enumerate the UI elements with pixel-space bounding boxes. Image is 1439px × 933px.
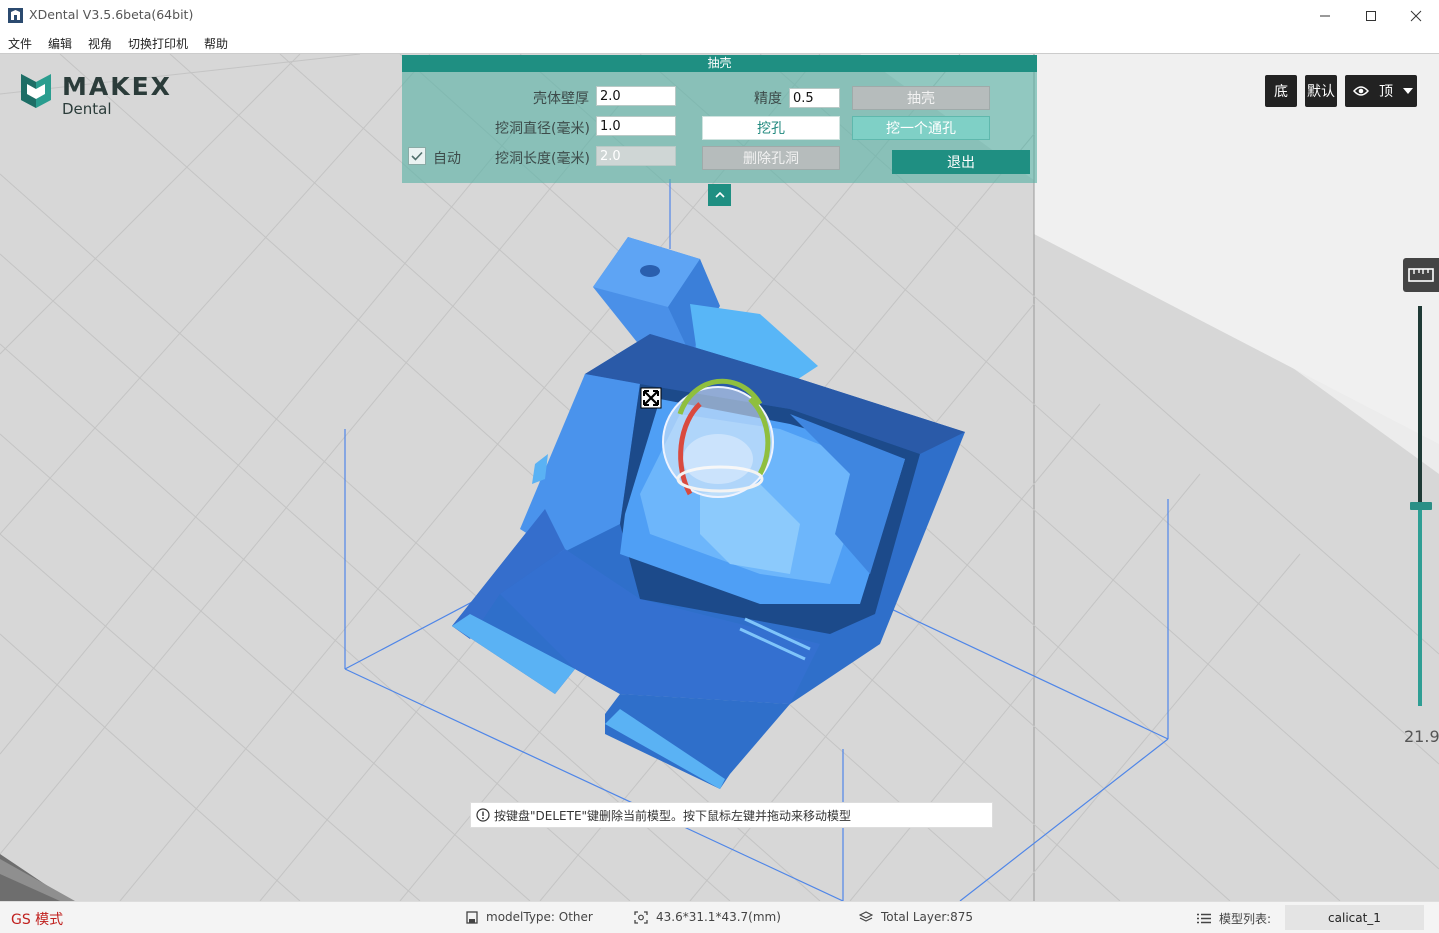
- size-icon: [634, 910, 648, 924]
- hole-length-input[interactable]: [596, 146, 676, 166]
- hint-tooltip: 按键盘"DELETE"键删除当前模型。按下鼠标左键并拖动来移动模型: [470, 802, 993, 828]
- maximize-button[interactable]: [1348, 0, 1394, 31]
- hole-diameter-label: 挖洞直径(毫米): [495, 121, 590, 137]
- makex-logo: MAKEX Dental: [19, 72, 170, 118]
- total-layer-stat: Total Layer:875: [859, 910, 973, 924]
- caret-down-icon: [1403, 88, 1413, 94]
- hole-diameter-input[interactable]: [596, 116, 676, 136]
- view-top-label: 顶: [1379, 84, 1393, 100]
- menu-help[interactable]: 帮助: [204, 35, 228, 52]
- minimize-button[interactable]: [1302, 0, 1348, 31]
- model-list-label: 模型列表:: [1219, 912, 1272, 926]
- dimensions-stat: 43.6*31.1*43.7(mm): [634, 910, 781, 924]
- model-type-stat: modelType: Other: [466, 910, 593, 924]
- view-bottom-button[interactable]: 底: [1265, 75, 1297, 107]
- model-list-stat: 模型列表:: [1197, 910, 1271, 927]
- status-bar: GS 模式 modelType: Other 43.6*31.1*43.7(mm…: [0, 901, 1439, 933]
- menu-switch-printer[interactable]: 切换打印机: [128, 35, 188, 52]
- auto-label: 自动: [433, 151, 461, 167]
- info-icon: [476, 808, 490, 822]
- through-hole-button[interactable]: 挖一个通孔: [852, 116, 990, 140]
- view-top-dropdown[interactable]: 顶: [1345, 75, 1417, 107]
- layer-slider-lower-track[interactable]: [1418, 506, 1422, 706]
- close-icon: [1410, 10, 1422, 21]
- makex-logo-icon: [21, 74, 51, 108]
- menu-file[interactable]: 文件: [8, 35, 32, 52]
- menu-bar: 文件 编辑 视角 切换打印机 帮助: [0, 31, 1439, 54]
- dimensions-text: 43.6*31.1*43.7(mm): [656, 910, 781, 924]
- dig-hole-button[interactable]: 挖孔: [702, 116, 840, 140]
- 3d-viewport[interactable]: MAKEX Dental 底 默认 顶 21.9 抽壳 壳体壁厚 精度: [0, 54, 1439, 901]
- minimize-icon: [1320, 15, 1330, 16]
- layer-slider-upper-track[interactable]: [1418, 306, 1422, 506]
- view-default-button[interactable]: 默认: [1305, 75, 1337, 107]
- move-cursor-icon: [640, 387, 662, 409]
- chevron-up-icon: [714, 192, 725, 198]
- model-list-selected[interactable]: calicat_1: [1285, 905, 1424, 930]
- ruler-button[interactable]: [1403, 258, 1439, 292]
- window-title: XDental V3.5.6beta(64bit): [29, 7, 194, 22]
- model-type-text: modelType: Other: [486, 910, 593, 924]
- menu-view[interactable]: 视角: [88, 35, 112, 52]
- shell-panel-title: 抽壳: [402, 55, 1037, 72]
- ruler-icon: [1408, 268, 1434, 282]
- wall-thickness-input[interactable]: [596, 86, 676, 106]
- delete-hole-button[interactable]: 删除孔洞: [702, 146, 840, 170]
- close-button[interactable]: [1393, 0, 1439, 31]
- precision-input[interactable]: [789, 88, 840, 108]
- wall-thickness-label: 壳体壁厚: [533, 91, 589, 107]
- menu-edit[interactable]: 编辑: [48, 35, 72, 52]
- gs-mode-label: GS 模式: [11, 912, 64, 928]
- hint-text: 按键盘"DELETE"键删除当前模型。按下鼠标左键并拖动来移动模型: [494, 808, 852, 823]
- shell-panel: 抽壳 壳体壁厚 精度 抽壳 挖洞直径(毫米) 挖孔 挖一个通孔 自动 挖洞长度(…: [402, 55, 1037, 183]
- layer-slider-value: 21.9: [1404, 727, 1439, 746]
- precision-label: 精度: [754, 91, 782, 107]
- list-icon: [1197, 913, 1211, 924]
- total-layer-text: Total Layer:875: [881, 910, 974, 924]
- title-bar: XDental V3.5.6beta(64bit): [0, 0, 1439, 31]
- shell-button[interactable]: 抽壳: [852, 86, 990, 110]
- auto-checkbox[interactable]: [408, 147, 426, 165]
- checkmark-icon: [411, 151, 423, 161]
- maximize-icon: [1366, 10, 1376, 21]
- layer-slider-handle[interactable]: [1410, 502, 1432, 510]
- exit-button[interactable]: 退出: [892, 150, 1030, 174]
- collapse-panel-button[interactable]: [708, 184, 731, 206]
- hole-length-label: 挖洞长度(毫米): [495, 151, 590, 167]
- layers-icon: [859, 910, 873, 922]
- eye-icon: [1353, 86, 1369, 96]
- save-icon: [466, 910, 478, 924]
- dental-model: [452, 237, 965, 789]
- logo-brand: MAKEX: [62, 72, 172, 101]
- logo-subtitle: Dental: [62, 100, 112, 118]
- app-icon: [8, 8, 23, 23]
